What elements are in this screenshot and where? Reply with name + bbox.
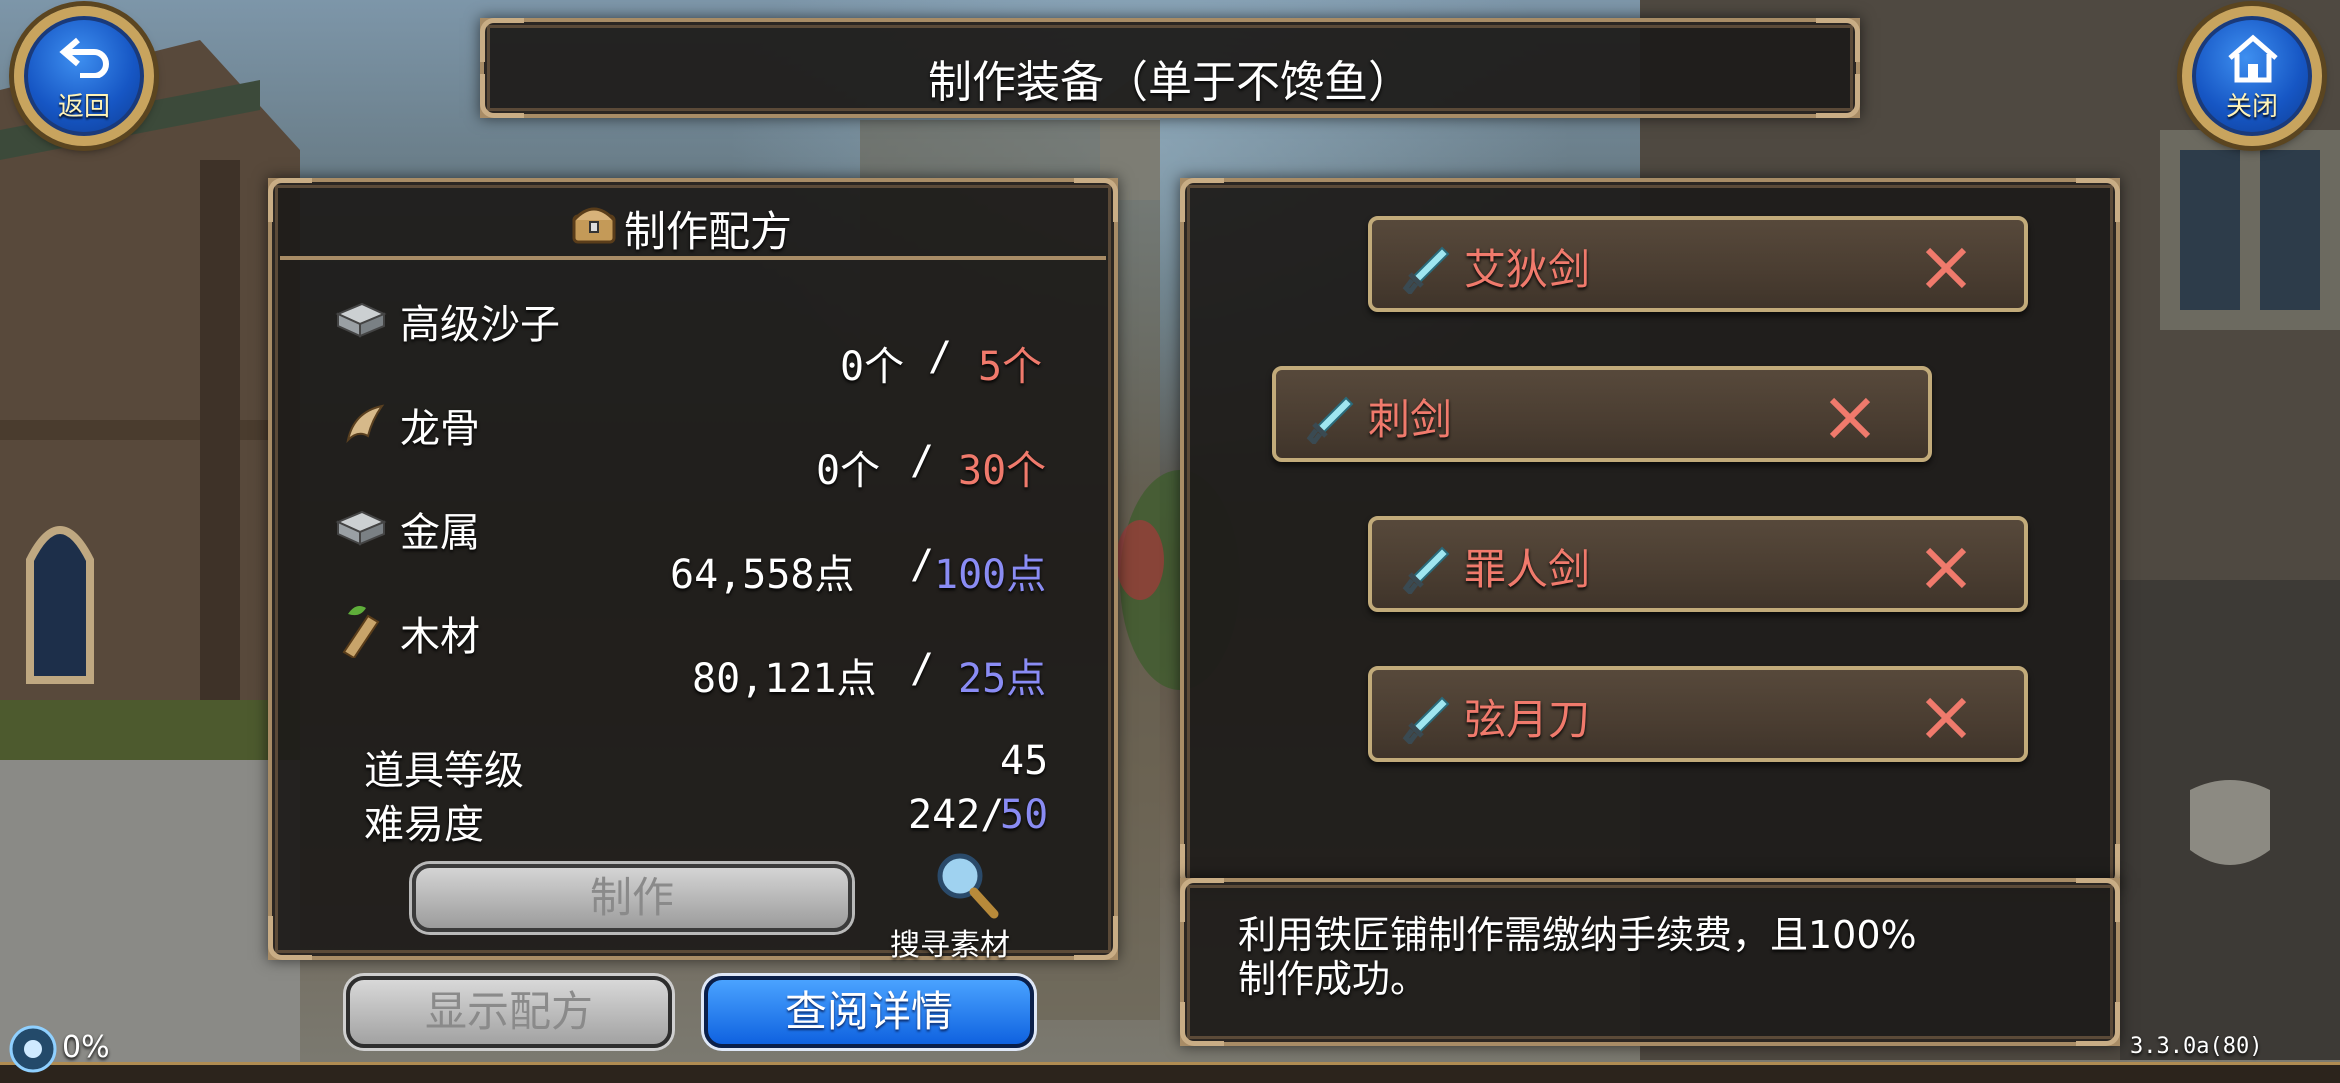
- page-title: 制作装备（单于不馋鱼）: [928, 57, 1412, 108]
- progress-text: 0%: [62, 1030, 110, 1065]
- difficulty-max: 50: [1000, 792, 1049, 838]
- recipe-header: 制作配方: [280, 190, 1106, 260]
- version-text: 3.3.0a(80): [2130, 1034, 2263, 1059]
- material-sep: /: [910, 542, 935, 588]
- difficulty-label: 难易度: [364, 802, 484, 848]
- material-name: 木材: [400, 614, 480, 660]
- view-details-button[interactable]: 查阅详情: [704, 976, 1034, 1048]
- material-name: 龙骨: [400, 406, 480, 452]
- game-scene-background: 制作装备（单于不馋鱼） 返回 关闭 制作配方 高级沙子 0个 / 5个 龙骨 0…: [0, 0, 2340, 1083]
- sword-icon: [1306, 396, 1354, 444]
- material-name: 高级沙子: [400, 302, 560, 348]
- material-sep: /: [910, 646, 935, 692]
- weapon-list-item[interactable]: 罪人剑: [1368, 516, 2028, 612]
- material-have: 0个: [840, 344, 905, 390]
- material-have: 64,558点: [670, 552, 855, 598]
- material-need: 30个: [958, 448, 1047, 494]
- weapon-list-item[interactable]: 刺剑: [1272, 366, 1932, 462]
- close-button-label: 关闭: [2225, 92, 2278, 122]
- back-button[interactable]: 返回: [14, 6, 154, 146]
- remove-icon[interactable]: [1924, 546, 1968, 590]
- sand-icon: [335, 302, 387, 338]
- material-need: 25点: [958, 656, 1047, 702]
- recipe-panel: 制作配方 高级沙子 0个 / 5个 龙骨 0个 / 30个 金属 64,558点…: [268, 178, 1118, 963]
- craft-button[interactable]: 制作: [412, 864, 852, 932]
- remove-icon[interactable]: [1924, 246, 1968, 290]
- weapon-name: 刺剑: [1368, 395, 1453, 444]
- material-sep: /: [910, 438, 935, 484]
- close-button[interactable]: 关闭: [2182, 6, 2322, 146]
- chest-icon: [572, 207, 616, 244]
- show-recipe-label: 显示配方: [424, 987, 593, 1036]
- remove-icon[interactable]: [1828, 396, 1872, 440]
- magnifier-icon: [937, 853, 999, 919]
- item-level-label: 道具等级: [364, 748, 524, 794]
- network-icon: [9, 1025, 57, 1073]
- material-need: 100点: [934, 552, 1047, 598]
- info-text-line2: 制作成功。: [1238, 957, 1429, 1001]
- view-details-label: 查阅详情: [784, 987, 953, 1036]
- sword-icon: [1402, 246, 1450, 294]
- item-level-value: 45: [1000, 738, 1049, 784]
- metal-icon: [335, 510, 387, 546]
- weapon-name: 艾狄剑: [1464, 245, 1591, 294]
- title-bar: 制作装备（单于不馋鱼）: [480, 18, 1860, 118]
- craft-button-label: 制作: [589, 873, 674, 922]
- wood-icon: [342, 606, 380, 658]
- back-button-label: 返回: [57, 92, 110, 122]
- show-recipe-button[interactable]: 显示配方: [346, 976, 672, 1048]
- back-arrow-icon: [59, 37, 109, 78]
- home-icon: [2228, 34, 2278, 83]
- weapon-name: 罪人剑: [1464, 545, 1591, 594]
- material-need: 5个: [978, 344, 1043, 390]
- material-name: 金属: [400, 510, 480, 556]
- material-have: 0个: [816, 448, 881, 494]
- dragon-bone-icon: [346, 404, 385, 444]
- weapon-name: 弦月刀: [1464, 695, 1591, 744]
- sword-icon: [1402, 696, 1450, 744]
- search-materials-label: 搜寻素材: [890, 928, 1010, 963]
- weapon-list-item[interactable]: 艾狄剑: [1368, 216, 2028, 312]
- weapon-list-item[interactable]: 弦月刀: [1368, 666, 2028, 762]
- material-sep: /: [928, 334, 953, 380]
- material-have: 80,121点: [692, 656, 877, 702]
- search-materials-button[interactable]: 搜寻素材: [890, 850, 1050, 963]
- remove-icon[interactable]: [1924, 696, 1968, 740]
- recipe-title: 制作配方: [624, 207, 793, 256]
- difficulty-value: 242/: [908, 792, 1005, 838]
- sword-icon: [1402, 546, 1450, 594]
- info-panel: 利用铁匠铺制作需缴纳手续费，且100% 制作成功。: [1180, 878, 2120, 1046]
